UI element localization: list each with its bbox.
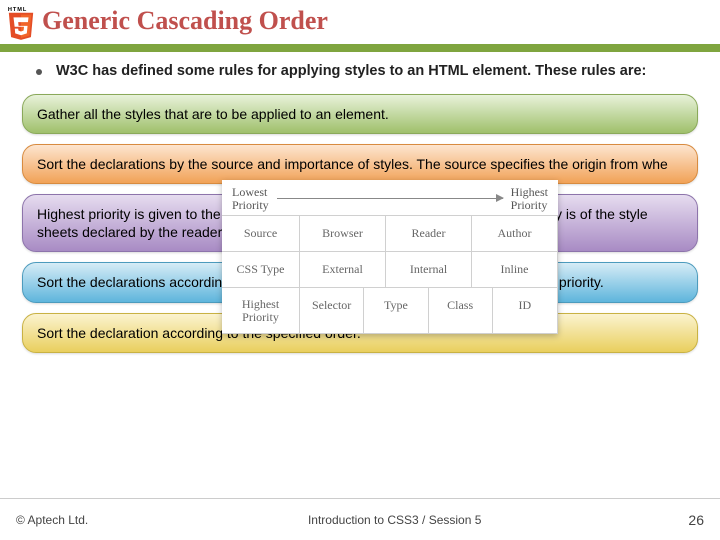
priority-table: Source Browser Reader Author CSS Type Ex… <box>222 215 558 334</box>
priority-axis: Lowest Priority Highest Priority <box>222 180 558 215</box>
axis-low-label: Lowest Priority <box>232 186 269 211</box>
row-header-highest: Highest Priority <box>222 288 300 334</box>
copyright: © Aptech Ltd. <box>16 513 88 527</box>
cell: ID <box>493 288 557 333</box>
svg-text:HTML: HTML <box>8 7 27 13</box>
arrow-right-icon <box>277 198 503 199</box>
card-sort-source: Sort the declarations by the source and … <box>22 144 698 184</box>
cell: Browser <box>300 216 386 252</box>
cell: Author <box>472 216 558 252</box>
cell: Type <box>364 288 428 333</box>
axis-high-label: Highest Priority <box>511 186 548 211</box>
slide: HTML Generic Cascading Order W3C has def… <box>0 0 720 540</box>
cell: Internal <box>386 252 472 288</box>
row-header-source: Source <box>222 216 300 252</box>
html5-logo-icon: HTML <box>6 4 36 42</box>
cell: Selector <box>300 288 364 333</box>
slide-footer: © Aptech Ltd. Introduction to CSS3 / Ses… <box>0 498 720 540</box>
page-number: 26 <box>688 512 704 528</box>
session-label: Introduction to CSS3 / Session 5 <box>308 513 481 527</box>
intro-bullet: W3C has defined some rules for applying … <box>0 52 720 88</box>
cell: External <box>300 252 386 288</box>
card-gather: Gather all the styles that are to be app… <box>22 94 698 134</box>
cell: Reader <box>386 216 472 252</box>
intro-text: W3C has defined some rules for applying … <box>56 62 646 82</box>
row-header-csstype: CSS Type <box>222 252 300 288</box>
selector-row: Selector Type Class ID <box>300 288 558 334</box>
priority-diagram: Lowest Priority Highest Priority Source … <box>222 180 558 334</box>
bullet-dot-icon <box>36 69 42 75</box>
slide-title: Generic Cascading Order <box>42 6 328 36</box>
slide-header: HTML Generic Cascading Order <box>0 0 720 52</box>
cell: Class <box>429 288 493 333</box>
cell: Inline <box>472 252 558 288</box>
